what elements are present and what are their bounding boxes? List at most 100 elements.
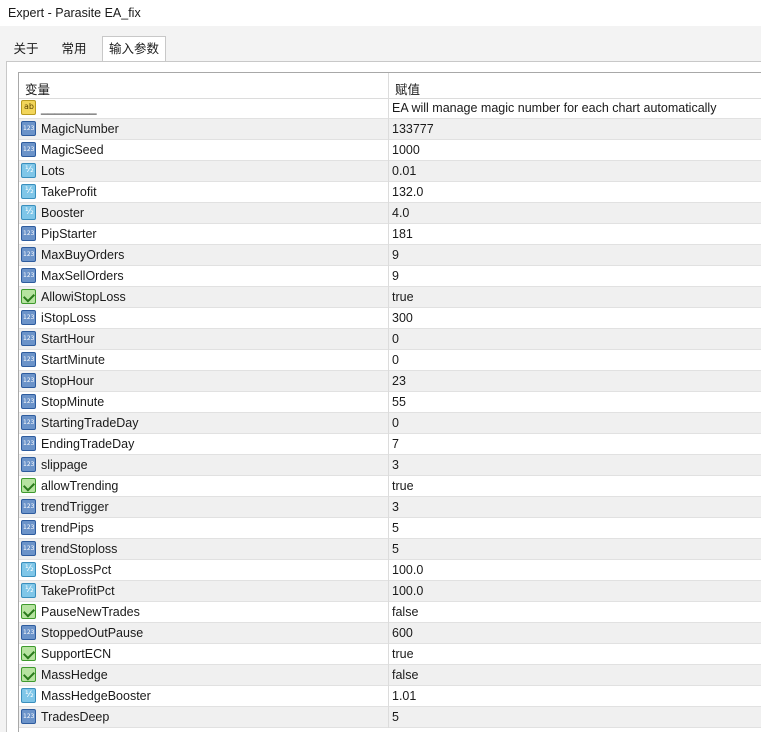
integer-icon bbox=[21, 541, 36, 556]
column-divider bbox=[388, 539, 389, 560]
column-divider bbox=[388, 602, 389, 623]
parameter-value[interactable]: 181 bbox=[392, 227, 413, 241]
table-row[interactable]: trendPips 5 bbox=[19, 518, 761, 539]
parameter-value[interactable]: 3 bbox=[392, 458, 399, 472]
table-row[interactable]: MassHedge false bbox=[19, 665, 761, 686]
table-row[interactable]: StopMinute 55 bbox=[19, 392, 761, 413]
parameter-name: StartHour bbox=[41, 332, 95, 346]
parameter-value[interactable]: 5 bbox=[392, 542, 399, 556]
table-row[interactable]: TradesDeep 5 bbox=[19, 707, 761, 728]
parameter-value[interactable]: 0 bbox=[392, 332, 399, 346]
parameter-value[interactable]: 600 bbox=[392, 626, 413, 640]
tab-about[interactable]: 关于 bbox=[6, 38, 46, 60]
parameter-name: iStopLoss bbox=[41, 311, 96, 325]
column-divider bbox=[388, 434, 389, 455]
parameter-name: StopHour bbox=[41, 374, 94, 388]
parameter-value[interactable]: EA will manage magic number for each cha… bbox=[392, 101, 716, 115]
table-row[interactable]: Lots 0.01 bbox=[19, 161, 761, 182]
column-divider bbox=[388, 392, 389, 413]
parameter-name: MaxBuyOrders bbox=[41, 248, 125, 262]
tab-common[interactable]: 常用 bbox=[54, 38, 94, 60]
integer-icon bbox=[21, 625, 36, 640]
table-row[interactable]: trendStoploss 5 bbox=[19, 539, 761, 560]
integer-icon bbox=[21, 310, 36, 325]
integer-icon bbox=[21, 331, 36, 346]
parameter-value[interactable]: 4.0 bbox=[392, 206, 409, 220]
table-row[interactable]: Booster 4.0 bbox=[19, 203, 761, 224]
parameter-value[interactable]: 133777 bbox=[392, 122, 434, 136]
parameter-value[interactable]: 300 bbox=[392, 311, 413, 325]
parameter-name: ________ bbox=[41, 101, 97, 115]
parameter-value[interactable]: 5 bbox=[392, 710, 399, 724]
parameter-value[interactable]: false bbox=[392, 605, 418, 619]
parameter-value[interactable]: 3 bbox=[392, 500, 399, 514]
column-divider bbox=[388, 518, 389, 539]
column-divider bbox=[388, 350, 389, 371]
table-row[interactable]: MagicSeed 1000 bbox=[19, 140, 761, 161]
parameter-value[interactable]: 5 bbox=[392, 521, 399, 535]
header-variable[interactable]: 变量 bbox=[25, 79, 50, 98]
parameter-value[interactable]: 1.01 bbox=[392, 689, 416, 703]
column-divider bbox=[388, 119, 389, 140]
table-row[interactable]: MaxBuyOrders 9 bbox=[19, 245, 761, 266]
parameter-value[interactable]: true bbox=[392, 290, 414, 304]
tab-input-parameters[interactable]: 输入参数 bbox=[102, 36, 166, 62]
table-row[interactable]: StopHour 23 bbox=[19, 371, 761, 392]
parameter-value[interactable]: 55 bbox=[392, 395, 406, 409]
parameter-value[interactable]: 0 bbox=[392, 416, 399, 430]
table-row[interactable]: TakeProfitPct 100.0 bbox=[19, 581, 761, 602]
table-row[interactable]: PauseNewTrades false bbox=[19, 602, 761, 623]
double-icon bbox=[21, 688, 36, 703]
parameter-value[interactable]: 9 bbox=[392, 269, 399, 283]
parameter-value[interactable]: 100.0 bbox=[392, 563, 423, 577]
table-row[interactable]: TakeProfit 132.0 bbox=[19, 182, 761, 203]
table-row[interactable]: PipStarter 181 bbox=[19, 224, 761, 245]
parameter-value[interactable]: false bbox=[392, 668, 418, 682]
parameter-value[interactable]: true bbox=[392, 479, 414, 493]
table-row[interactable]: MagicNumber 133777 bbox=[19, 119, 761, 140]
parameter-name: trendTrigger bbox=[41, 500, 109, 514]
parameter-name: SupportECN bbox=[41, 647, 112, 661]
parameter-name: StopMinute bbox=[41, 395, 105, 409]
header-value[interactable]: 赋值 bbox=[395, 79, 420, 98]
column-divider bbox=[388, 245, 389, 266]
parameter-name: slippage bbox=[41, 458, 88, 472]
table-row[interactable]: MaxSellOrders 9 bbox=[19, 266, 761, 287]
parameter-value[interactable]: 23 bbox=[392, 374, 406, 388]
parameter-value[interactable]: true bbox=[392, 647, 414, 661]
column-divider bbox=[388, 560, 389, 581]
table-row[interactable]: SupportECN true bbox=[19, 644, 761, 665]
table-row[interactable]: allowTrending true bbox=[19, 476, 761, 497]
parameter-value[interactable]: 0.01 bbox=[392, 164, 416, 178]
table-row[interactable]: MassHedgeBooster 1.01 bbox=[19, 686, 761, 707]
parameters-grid: 变量 赋值 ________ EA will manage magic numbe… bbox=[18, 72, 761, 732]
table-row[interactable]: StartHour 0 bbox=[19, 329, 761, 350]
table-row[interactable]: iStopLoss 300 bbox=[19, 308, 761, 329]
parameter-value[interactable]: 9 bbox=[392, 248, 399, 262]
bool-icon bbox=[21, 289, 36, 304]
double-icon bbox=[21, 562, 36, 577]
table-row[interactable]: EndingTradeDay 7 bbox=[19, 434, 761, 455]
column-divider bbox=[388, 329, 389, 350]
table-row[interactable]: slippage 3 bbox=[19, 455, 761, 476]
parameter-value[interactable]: 1000 bbox=[392, 143, 420, 157]
integer-icon bbox=[21, 415, 36, 430]
double-icon bbox=[21, 205, 36, 220]
parameter-value[interactable]: 7 bbox=[392, 437, 399, 451]
table-row[interactable]: StartingTradeDay 0 bbox=[19, 413, 761, 434]
table-row[interactable]: ________ EA will manage magic number for … bbox=[19, 98, 761, 119]
parameter-name: MaxSellOrders bbox=[41, 269, 124, 283]
table-row[interactable]: trendTrigger 3 bbox=[19, 497, 761, 518]
table-row[interactable]: AllowiStopLoss true bbox=[19, 287, 761, 308]
table-row[interactable]: StartMinute 0 bbox=[19, 350, 761, 371]
header-divider[interactable] bbox=[388, 73, 389, 98]
parameter-value[interactable]: 0 bbox=[392, 353, 399, 367]
parameter-value[interactable]: 132.0 bbox=[392, 185, 423, 199]
integer-icon bbox=[21, 520, 36, 535]
parameter-name: MagicNumber bbox=[41, 122, 119, 136]
table-row[interactable]: StopLossPct 100.0 bbox=[19, 560, 761, 581]
table-row[interactable]: StoppedOutPause 600 bbox=[19, 623, 761, 644]
parameter-value[interactable]: 100.0 bbox=[392, 584, 423, 598]
double-icon bbox=[21, 163, 36, 178]
bool-icon bbox=[21, 646, 36, 661]
